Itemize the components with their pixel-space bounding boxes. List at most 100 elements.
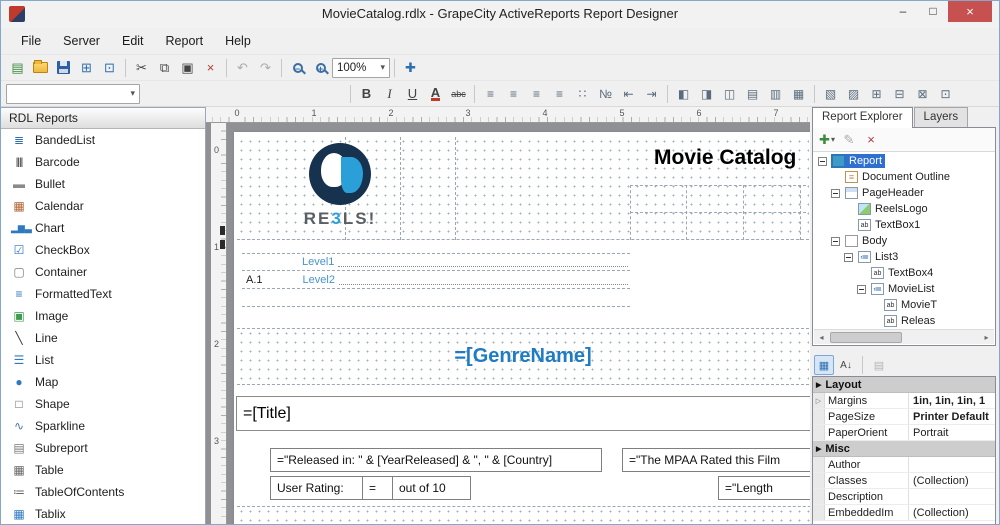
export-icon[interactable]: ⊡	[98, 57, 121, 79]
scroll-left-icon[interactable]: ◂	[814, 331, 829, 344]
horizontal-spacing-icon[interactable]: ⊟	[888, 83, 911, 105]
collapse-icon[interactable]	[831, 236, 840, 246]
cut-icon[interactable]: ✂	[130, 57, 153, 79]
property-row-margins[interactable]: ▷ Margins 1in, 1in, 1in, 1	[813, 393, 995, 409]
tree-node-body[interactable]: Body	[814, 233, 994, 249]
pan-icon[interactable]: ✚	[399, 57, 422, 79]
align-middles-icon[interactable]: ▥	[764, 83, 787, 105]
property-row-description[interactable]: Description	[813, 489, 995, 505]
tree-node-movielist[interactable]: MovieList	[814, 281, 994, 297]
tree-node-movietitle[interactable]: MovieT	[814, 297, 994, 313]
collapse-icon[interactable]	[818, 156, 827, 166]
toolbox-item-chart[interactable]: ▂▆▃ Chart	[1, 217, 205, 239]
align-tops-icon[interactable]: ▤	[741, 83, 764, 105]
menu-report[interactable]: Report	[155, 30, 215, 52]
toolbox-item-line[interactable]: ╲ Line	[1, 327, 205, 349]
menu-help[interactable]: Help	[214, 30, 262, 52]
redo-icon[interactable]: ↷	[254, 57, 277, 79]
rating-scale-textbox[interactable]: out of 10	[392, 476, 471, 500]
toc-level2-row[interactable]: A.1 Level2	[242, 271, 632, 288]
zoom-in-icon[interactable]: +	[309, 57, 332, 79]
copy-icon[interactable]: ⧉	[153, 57, 176, 79]
zoom-level-combo[interactable]: 100% ▾	[332, 57, 390, 78]
property-row-pagesize[interactable]: PageSize Printer Default	[813, 409, 995, 425]
tree-horizontal-scrollbar[interactable]: ◂ ▸	[814, 329, 994, 344]
category-misc[interactable]: ▶ Misc	[813, 441, 995, 457]
tree-node-document-outline[interactable]: Document Outline	[814, 169, 994, 185]
length-field-textbox[interactable]: ="Length	[718, 476, 810, 500]
toolbox-item-list[interactable]: ☰ List	[1, 349, 205, 371]
margin-marker[interactable]	[220, 226, 225, 235]
align-bottoms-icon[interactable]: ▦	[787, 83, 810, 105]
title-field-textbox[interactable]: =[Title]	[236, 396, 810, 431]
align-lefts-icon[interactable]: ◧	[672, 83, 695, 105]
close-button[interactable]: ×	[948, 0, 992, 22]
scrollbar-thumb[interactable]	[830, 332, 902, 343]
genre-field-textbox[interactable]: =[GenreName]	[454, 345, 591, 368]
save-icon[interactable]	[52, 57, 75, 79]
italic-icon[interactable]: I	[378, 83, 401, 105]
edit-node-button[interactable]: ✎	[839, 130, 859, 150]
toolbox-item-checkbox[interactable]: ☑ CheckBox	[1, 239, 205, 261]
open-file-icon[interactable]	[29, 57, 52, 79]
tab-report-explorer[interactable]: Report Explorer	[812, 107, 913, 128]
font-family-combo[interactable]: ▾	[6, 83, 140, 104]
toolbox-item-container[interactable]: ▢ Container	[1, 261, 205, 283]
property-row-author[interactable]: Author	[813, 457, 995, 473]
property-row-classes[interactable]: Classes (Collection)	[813, 473, 995, 489]
toolbox-item-formattedtext[interactable]: ≡ FormattedText	[1, 283, 205, 305]
tree-node-reelslogo[interactable]: ReelsLogo	[814, 201, 994, 217]
align-centers-icon[interactable]: ◨	[695, 83, 718, 105]
paste-icon[interactable]: ▣	[176, 57, 199, 79]
toolbox-item-bandedlist[interactable]: ≣ BandedList	[1, 129, 205, 151]
menu-edit[interactable]: Edit	[111, 30, 155, 52]
snap-to-grid-icon[interactable]: ⊡	[934, 83, 957, 105]
align-center-icon[interactable]: ≡	[502, 83, 525, 105]
maximize-button[interactable]: □	[918, 0, 948, 22]
same-width-icon[interactable]: ▧	[819, 83, 842, 105]
collapse-icon[interactable]	[857, 284, 866, 294]
genre-group-band[interactable]: =[GenreName]	[237, 328, 809, 385]
align-left-icon[interactable]: ≡	[479, 83, 502, 105]
new-report-icon[interactable]: ▤	[6, 57, 29, 79]
rating-value-textbox[interactable]: =	[362, 476, 393, 500]
mpaa-field-textbox[interactable]: ="The MPAA Rated this Film	[622, 448, 810, 472]
bottom-band[interactable]	[237, 506, 810, 525]
align-rights-icon[interactable]: ◫	[718, 83, 741, 105]
menu-server[interactable]: Server	[52, 30, 111, 52]
undo-icon[interactable]: ↶	[231, 57, 254, 79]
justify-icon[interactable]: ≡	[548, 83, 571, 105]
same-height-icon[interactable]: ▨	[842, 83, 865, 105]
zoom-out-icon[interactable]: −	[286, 57, 309, 79]
toolbox-item-bullet[interactable]: ▬ Bullet	[1, 173, 205, 195]
reels-logo-image[interactable]: RE3LS!	[294, 143, 386, 229]
toc-level1-row[interactable]: Level1	[242, 253, 632, 270]
delete-node-button[interactable]: ×	[861, 130, 881, 150]
align-right-icon[interactable]: ≡	[525, 83, 548, 105]
toolbox-item-subreport[interactable]: ▤ Subreport	[1, 437, 205, 459]
same-size-icon[interactable]: ⊞	[865, 83, 888, 105]
menu-file[interactable]: File	[10, 30, 52, 52]
category-layout[interactable]: ▶ Layout	[813, 377, 995, 393]
margin-marker[interactable]	[220, 240, 225, 249]
numbered-list-icon[interactable]: №	[594, 83, 617, 105]
tree-node-released[interactable]: Releas	[814, 313, 994, 329]
alphabetical-sort-icon[interactable]: A↓	[836, 355, 856, 375]
minimize-button[interactable]: –	[888, 0, 918, 22]
strikethrough-icon[interactable]: abc	[447, 83, 470, 105]
user-rating-label-textbox[interactable]: User Rating:	[270, 476, 363, 500]
tree-node-textbox1[interactable]: TextBox1	[814, 217, 994, 233]
tree-node-list3[interactable]: List3	[814, 249, 994, 265]
tree-node-textbox4[interactable]: TextBox4	[814, 265, 994, 281]
delete-icon[interactable]: ×	[199, 57, 222, 79]
expand-arrow-icon[interactable]: ▷	[813, 393, 825, 408]
scroll-right-icon[interactable]: ▸	[979, 331, 994, 344]
toolbox-item-sparkline[interactable]: ∿ Sparkline	[1, 415, 205, 437]
underline-icon[interactable]: U	[401, 83, 424, 105]
font-color-icon[interactable]: A	[424, 83, 447, 105]
indent-icon[interactable]: ⇥	[640, 83, 663, 105]
tab-layers[interactable]: Layers	[913, 107, 969, 128]
toolbox-item-calendar[interactable]: ▦ Calendar	[1, 195, 205, 217]
bold-icon[interactable]: B	[355, 83, 378, 105]
bullet-list-icon[interactable]: ∷	[571, 83, 594, 105]
